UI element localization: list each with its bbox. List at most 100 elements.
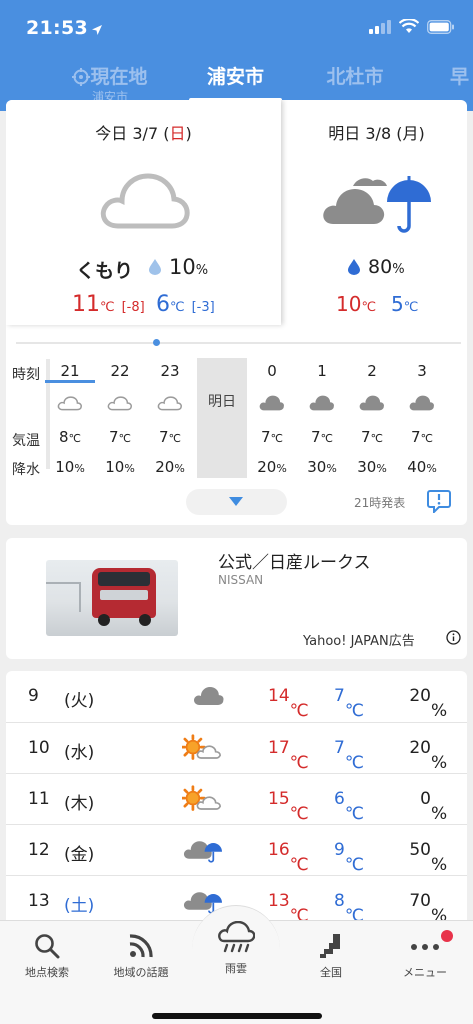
nav-location-search[interactable]: 地点検索 [0,921,94,980]
tomorrow-divider-label: 明日 [208,394,236,410]
daily-low: 8℃ [334,891,364,926]
hour-precip: 10% [105,458,135,476]
hour-precip: 10% [55,458,85,476]
ad-car-grille [100,590,148,600]
tab-partial[interactable]: 早 [450,62,473,89]
tomorrow-panel[interactable]: 明日 3/8 (月) 80% 10℃ 5℃ [286,100,467,325]
nav-label: メニュー [403,966,447,979]
tab-hokuto[interactable]: 北杜市 [310,62,400,89]
raindrop-icon [348,259,360,275]
ad-title[interactable]: 公式／日産ルークス [218,548,371,573]
daily-day: 12 [28,840,50,860]
hourly-column[interactable]: 3 7℃ 40% [397,358,447,478]
hour-precip: 20% [155,458,185,476]
hourly-scroll-thumb[interactable] [153,339,160,346]
daily-row[interactable]: 12 (金) 16 ℃ 9 ℃ 50% [6,824,467,875]
bottom-navigation: 地点検索 地域の話題 雨雲 全国 メニュー [0,905,473,1024]
daily-high: 15 ℃ [268,789,309,824]
ad-label: Yahoo! JAPAN広告 [303,634,415,649]
location-arrow-icon [91,25,102,35]
hour-precip: 30% [357,458,387,476]
hour-label: 21 [60,362,80,380]
forecast-card: 今日 3/7 (日) くもり 10% 11℃ [-8] 6℃ [-3] 明日 3… [6,100,467,525]
hour-temp: 7℃ [311,428,333,446]
cloud-icon [359,395,384,411]
daily-high: 16 ℃ [268,840,309,875]
nav-national[interactable]: 全国 [284,921,378,980]
daily-precip: 20% [409,686,448,721]
hourly-column[interactable]: 1 7℃ 30% [297,358,347,478]
app-header: 21:53 現在地 浦安市 浦安市 北杜市 早 [0,0,473,111]
daily-low: 7 ℃ [334,686,364,721]
daily-weekday: (金) [64,845,95,865]
rain-cloud-icon [218,921,255,953]
cloud-umbrella-icon [323,176,431,233]
notification-badge [441,930,453,942]
sun-cloud-icon [182,734,222,760]
hourly-scroll-track[interactable] [16,342,461,344]
hour-temp: 7℃ [159,428,181,446]
daily-day: 10 [28,738,50,758]
ad-fence-decoration [46,582,81,612]
hour-temp: 7℃ [109,428,131,446]
hour-temp: 7℃ [411,428,433,446]
hourly-column[interactable]: 23 7℃ 20% [145,358,195,478]
comment-icon[interactable] [427,489,451,513]
ad-car-image[interactable] [46,560,178,636]
ad-card[interactable]: 公式／日産ルークス NISSAN Yahoo! JAPAN広告 [6,538,467,659]
raindrop-icon [149,259,161,275]
current-location-icon [72,68,91,86]
hour-label: 0 [267,362,277,380]
daily-day: 11 [28,789,50,809]
daily-precip: 0% [420,789,448,824]
today-weather: くもり [76,260,134,282]
nav-menu[interactable]: メニュー [378,921,472,980]
today-precip: 10% [169,255,209,279]
daily-precip: 70% [409,891,448,926]
hourly-table[interactable]: 明日 21 8℃ 10% 22 7℃ 10% 23 7℃ 20% 0 7℃ 20% 1 7℃ 30% 2 7℃ 3… [45,358,467,483]
hour-label: 23 [160,362,180,380]
chevron-down-icon [229,497,243,506]
daily-row[interactable]: 9 (火) 14 ℃ 7 ℃ 20% [6,671,467,722]
menu-dots-icon [411,944,439,950]
nav-regional-topics[interactable]: 地域の話題 [94,921,188,980]
today-high: 11℃ [-8] [72,292,145,317]
hour-temp: 8℃ [59,428,81,446]
hour-precip: 20% [257,458,287,476]
cloud-light-icon [107,396,132,411]
signal-icon [369,19,391,34]
hourly-column[interactable]: 0 7℃ 20% [247,358,297,478]
tab-current-location[interactable]: 現在地 [70,62,150,89]
cloud-icon [100,173,190,229]
daily-weekday: (土) [64,896,95,916]
hourly-column[interactable]: 2 7℃ 30% [347,358,397,478]
nav-rain-cloud[interactable]: 雨雲 [189,921,283,976]
tomorrow-high: 10℃ [336,292,377,316]
hourly-column[interactable]: 22 7℃ 10% [95,358,145,478]
daily-row[interactable]: 10 (水) 17 ℃ 7 ℃ 20% [6,722,467,773]
hour-label: 3 [417,362,427,380]
daily-high: 14 ℃ [268,686,309,721]
hour-label: 2 [367,362,377,380]
daily-row[interactable]: 11 (木) 15 ℃ 6 ℃ 0% [6,773,467,824]
hourly-column[interactable]: 21 8℃ 10% [45,358,95,478]
hour-precip: 40% [407,458,437,476]
ad-info-icon[interactable] [446,630,461,645]
nav-label: 地域の話題 [113,966,169,979]
nav-label: 雨雲 [225,962,247,975]
daily-weekday: (火) [64,691,95,711]
today-panel[interactable]: 今日 3/7 (日) くもり 10% 11℃ [-8] 6℃ [-3] [6,100,281,325]
daily-low: 7 ℃ [334,738,364,773]
nav-label: 地点検索 [25,966,69,979]
label-precip: 降水 [12,462,40,478]
home-indicator [152,1013,322,1019]
expand-hourly-button[interactable] [186,489,287,515]
label-time: 時刻 [12,367,40,383]
tomorrow-precip: 80% [368,256,405,278]
tomorrow-divider-column [197,358,247,478]
issued-time: 21時発表 [354,496,406,510]
daily-low: 6 ℃ [334,789,364,824]
daily-day: 9 [28,686,39,706]
ad-car-wheel [98,614,110,626]
tab-urayasu[interactable]: 浦安市 [189,62,282,89]
